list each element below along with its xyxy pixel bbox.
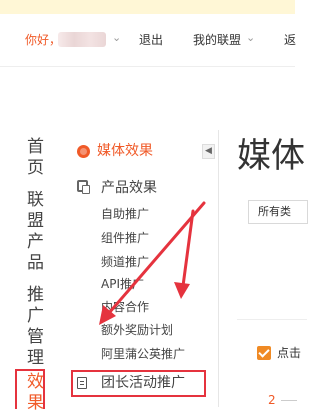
- annotation-arrowhead: [174, 282, 190, 299]
- annotation-arrow-line: [107, 201, 206, 315]
- annotation-arrows: [99, 201, 206, 325]
